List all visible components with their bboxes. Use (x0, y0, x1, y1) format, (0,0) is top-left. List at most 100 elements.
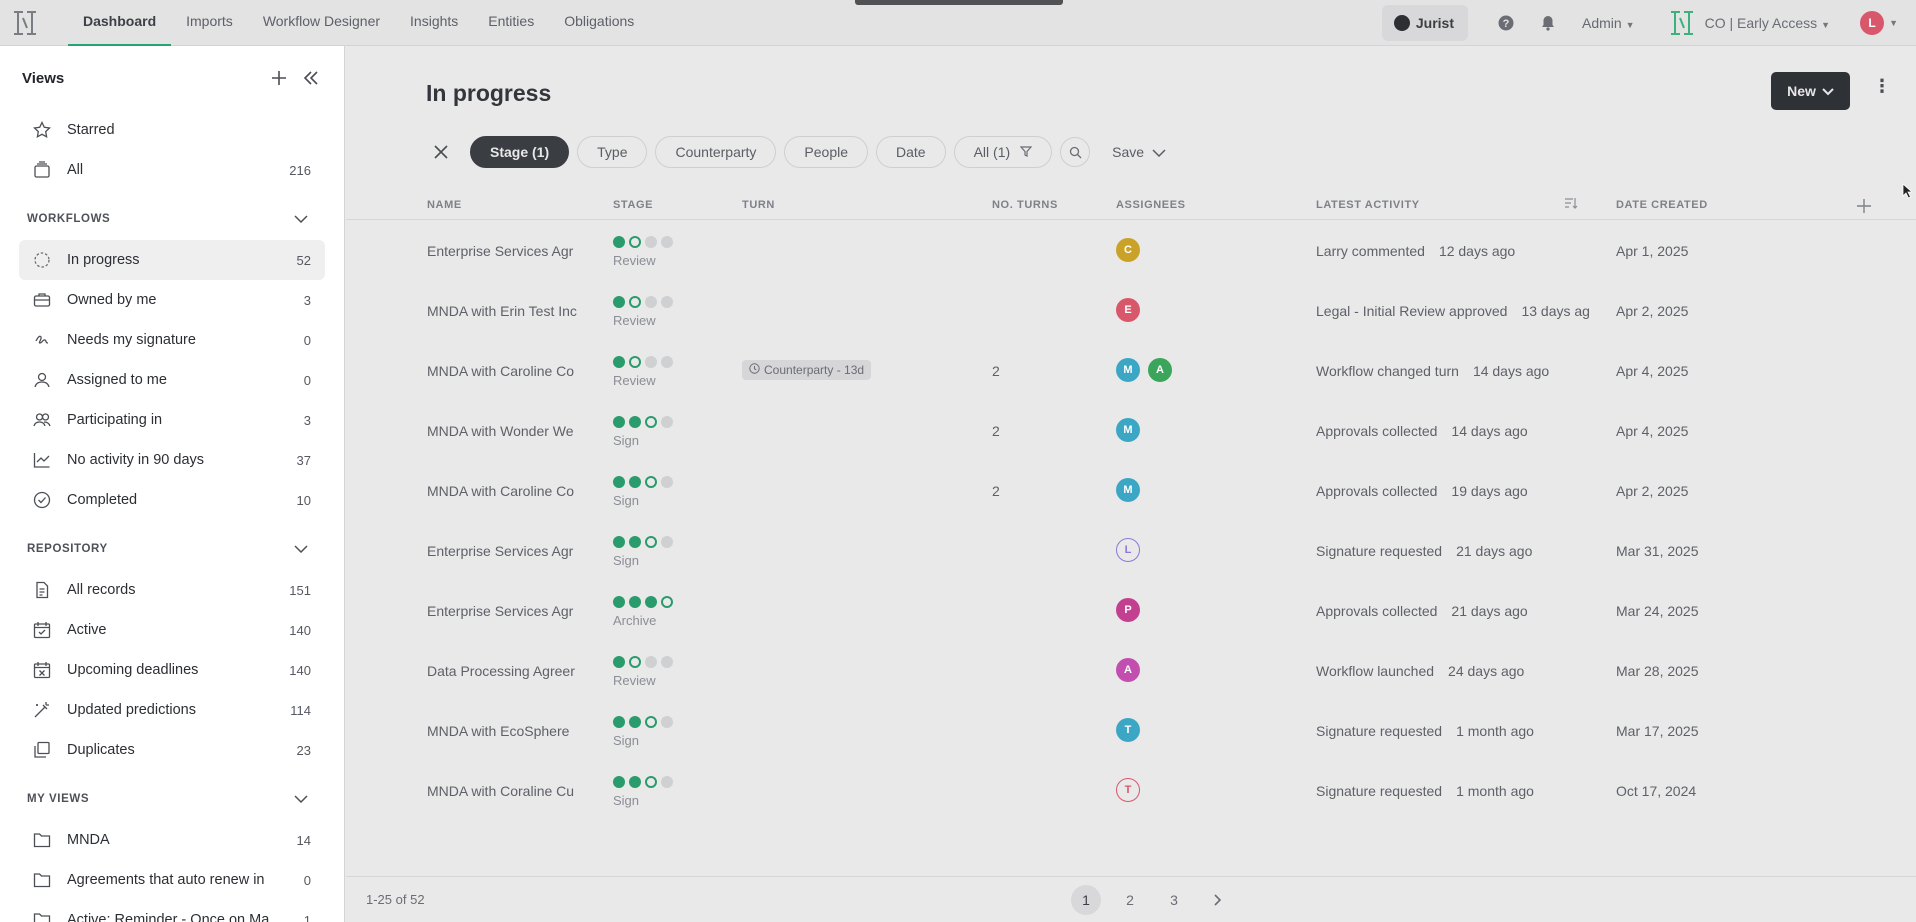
row-name[interactable]: Enterprise Services Agr (427, 243, 585, 259)
filter-chip-counterparty[interactable]: Counterparty (655, 136, 777, 168)
sidebar-item-assigned-to-me[interactable]: Assigned to me 0 (19, 360, 325, 400)
jurist-button[interactable]: Jurist (1381, 5, 1468, 41)
table-row[interactable]: Enterprise Services Agr Archive P Approv… (346, 581, 1916, 641)
assignee-avatar[interactable]: A (1116, 658, 1140, 682)
sidebar-item-all[interactable]: All 216 (19, 150, 325, 190)
assignee-avatar[interactable]: P (1116, 598, 1140, 622)
sidebar-item-owned-by-me[interactable]: Owned by me 3 (19, 280, 325, 320)
app-logo-icon[interactable] (12, 10, 38, 36)
row-name[interactable]: MNDA with Caroline Co (427, 363, 585, 379)
clear-filters-close-icon[interactable] (426, 137, 456, 167)
assignee-avatar[interactable]: A (1148, 358, 1172, 382)
assignee-avatar[interactable]: E (1116, 298, 1140, 322)
column-header-name[interactable]: NAME (427, 199, 462, 211)
row-name[interactable]: Enterprise Services Agr (427, 543, 585, 559)
activity-text: Approvals collected (1316, 423, 1438, 439)
sidebar-item-upcoming-deadlines[interactable]: Upcoming deadlines 140 (19, 650, 325, 690)
nav-tab-obligations[interactable]: Obligations (549, 0, 649, 46)
assignee-avatar[interactable]: M (1116, 358, 1140, 382)
table-row[interactable]: Data Processing Agreer Review A Workflow… (346, 641, 1916, 701)
new-button[interactable]: New (1771, 72, 1850, 110)
sidebar-item-in-progress[interactable]: In progress 52 (19, 240, 325, 280)
sidebar-item-active[interactable]: Active 140 (19, 610, 325, 650)
assignee-avatar[interactable]: M (1116, 418, 1140, 442)
assignee-avatar[interactable]: C (1116, 238, 1140, 262)
user-avatar[interactable]: L (1860, 11, 1885, 35)
assignee-avatar[interactable]: T (1116, 778, 1140, 802)
search-icon[interactable] (1060, 137, 1091, 167)
clock-icon (749, 363, 760, 377)
nav-tab-imports[interactable]: Imports (171, 0, 248, 46)
table-row[interactable]: MNDA with Caroline Co Review Counterpart… (346, 341, 1916, 401)
sidebar-item-updated-predictions[interactable]: Updated predictions 114 (19, 690, 325, 730)
column-header-turn[interactable]: TURN (742, 199, 775, 211)
nav-tab-insights[interactable]: Insights (395, 0, 473, 46)
bell-icon[interactable] (1530, 5, 1566, 41)
assignee-avatar[interactable]: M (1116, 478, 1140, 502)
row-name[interactable]: MNDA with Wonder We (427, 423, 585, 439)
sidebar-item-needs-my-signature[interactable]: Needs my signature 0 (19, 320, 325, 360)
assignee-avatar[interactable]: L (1116, 538, 1140, 562)
nav-tab-dashboard[interactable]: Dashboard (68, 0, 172, 46)
column-header-date-created[interactable]: DATE CREATED (1616, 199, 1708, 211)
filter-chip-date[interactable]: Date (876, 136, 946, 168)
row-name[interactable]: MNDA with Erin Test Inc (427, 303, 585, 319)
filter-chip-all[interactable]: All (1) (953, 136, 1053, 168)
sidebar-item-duplicates[interactable]: Duplicates 23 (19, 730, 325, 770)
column-header-stage[interactable]: STAGE (613, 199, 653, 211)
column-header-assignees[interactable]: ASSIGNEES (1116, 199, 1186, 211)
sidebar-item-participating-in[interactable]: Participating in 3 (19, 400, 325, 440)
sidebar-item-my-view[interactable]: Agreements that auto renew in 0 (19, 860, 325, 900)
table-row[interactable]: MNDA with Caroline Co Sign 2 M Approvals… (346, 461, 1916, 521)
page-button[interactable]: 3 (1159, 885, 1189, 915)
workflows-section-header[interactable]: WORKFLOWS (0, 198, 344, 240)
row-name[interactable]: MNDA with EcoSphere (427, 723, 585, 739)
sidebar-item-my-view[interactable]: MNDA 14 (19, 820, 325, 860)
stage-progress-dot (613, 656, 625, 668)
table-row[interactable]: MNDA with Erin Test Inc Review E Legal -… (346, 281, 1916, 341)
repository-section-header[interactable]: REPOSITORY (0, 528, 344, 570)
more-options-icon[interactable]: ⋮ (1873, 76, 1891, 97)
table-row[interactable]: Enterprise Services Agr Sign L Signature… (346, 521, 1916, 581)
activity-text: Signature requested (1316, 543, 1443, 559)
row-name[interactable]: Enterprise Services Agr (427, 603, 585, 619)
nav-tab-entities[interactable]: Entities (473, 0, 549, 46)
column-header-latest-activity[interactable]: LATEST ACTIVITY (1316, 199, 1420, 211)
calendar-x-icon (33, 661, 51, 679)
filter-chip-people[interactable]: People (784, 136, 869, 168)
stage-progress-dot (661, 236, 673, 248)
table-row[interactable]: MNDA with EcoSphere Sign T Signature req… (346, 701, 1916, 761)
table-row[interactable]: Vendor Agreement with Sign P Signature r… (346, 821, 1916, 836)
row-name[interactable]: Data Processing Agreer (427, 663, 585, 679)
table-row[interactable]: Enterprise Services Agr Review C Larry c… (346, 221, 1916, 281)
row-name[interactable]: MNDA with Coraline Cu (427, 783, 585, 799)
sidebar-item-all-records[interactable]: All records 151 (19, 570, 325, 610)
filter-chip-type[interactable]: Type (577, 136, 648, 168)
table-row[interactable]: MNDA with Wonder We Sign 2 M Approvals c… (346, 401, 1916, 461)
caret-down-icon[interactable]: ▼ (1889, 18, 1898, 28)
table-row[interactable]: MNDA with Coraline Cu Sign T Signature r… (346, 761, 1916, 821)
row-name[interactable]: MNDA with Caroline Co (427, 483, 585, 499)
sort-icon[interactable] (1564, 197, 1578, 212)
page-button[interactable]: 2 (1115, 885, 1145, 915)
admin-menu[interactable]: Admin ▼ (1582, 15, 1635, 31)
column-header-no-turns[interactable]: NO. TURNS (992, 199, 1058, 211)
page-button[interactable]: 1 (1071, 885, 1101, 915)
assignee-avatar[interactable]: T (1116, 718, 1140, 742)
nav-tab-workflow-designer[interactable]: Workflow Designer (248, 0, 395, 46)
sidebar-item-starred[interactable]: Starred (19, 110, 325, 150)
views-sidebar: Views Starred All 216 WORKFLOWS In progr… (0, 46, 345, 922)
add-view-plus-icon[interactable] (268, 67, 290, 89)
sidebar-item-no-activity[interactable]: No activity in 90 days 37 (19, 440, 325, 480)
add-column-plus-icon[interactable] (1856, 192, 1872, 220)
sidebar-item-my-view[interactable]: Active: Reminder - Once on Ma 1 (19, 900, 325, 922)
my-views-section-header[interactable]: MY VIEWS (0, 778, 344, 820)
filter-chip-stage[interactable]: Stage (1) (470, 136, 570, 168)
help-icon[interactable]: ? (1488, 5, 1524, 41)
org-switcher[interactable]: CO | Early Access ▼ (1705, 15, 1830, 31)
save-view-button[interactable]: Save (1112, 144, 1166, 160)
row-latest-activity: Workflow changed turn 14 days ago (1316, 363, 1594, 379)
sidebar-item-completed[interactable]: Completed 10 (19, 480, 325, 520)
collapse-sidebar-icon[interactable] (300, 67, 322, 89)
next-page-chevron-icon[interactable] (1203, 885, 1233, 915)
